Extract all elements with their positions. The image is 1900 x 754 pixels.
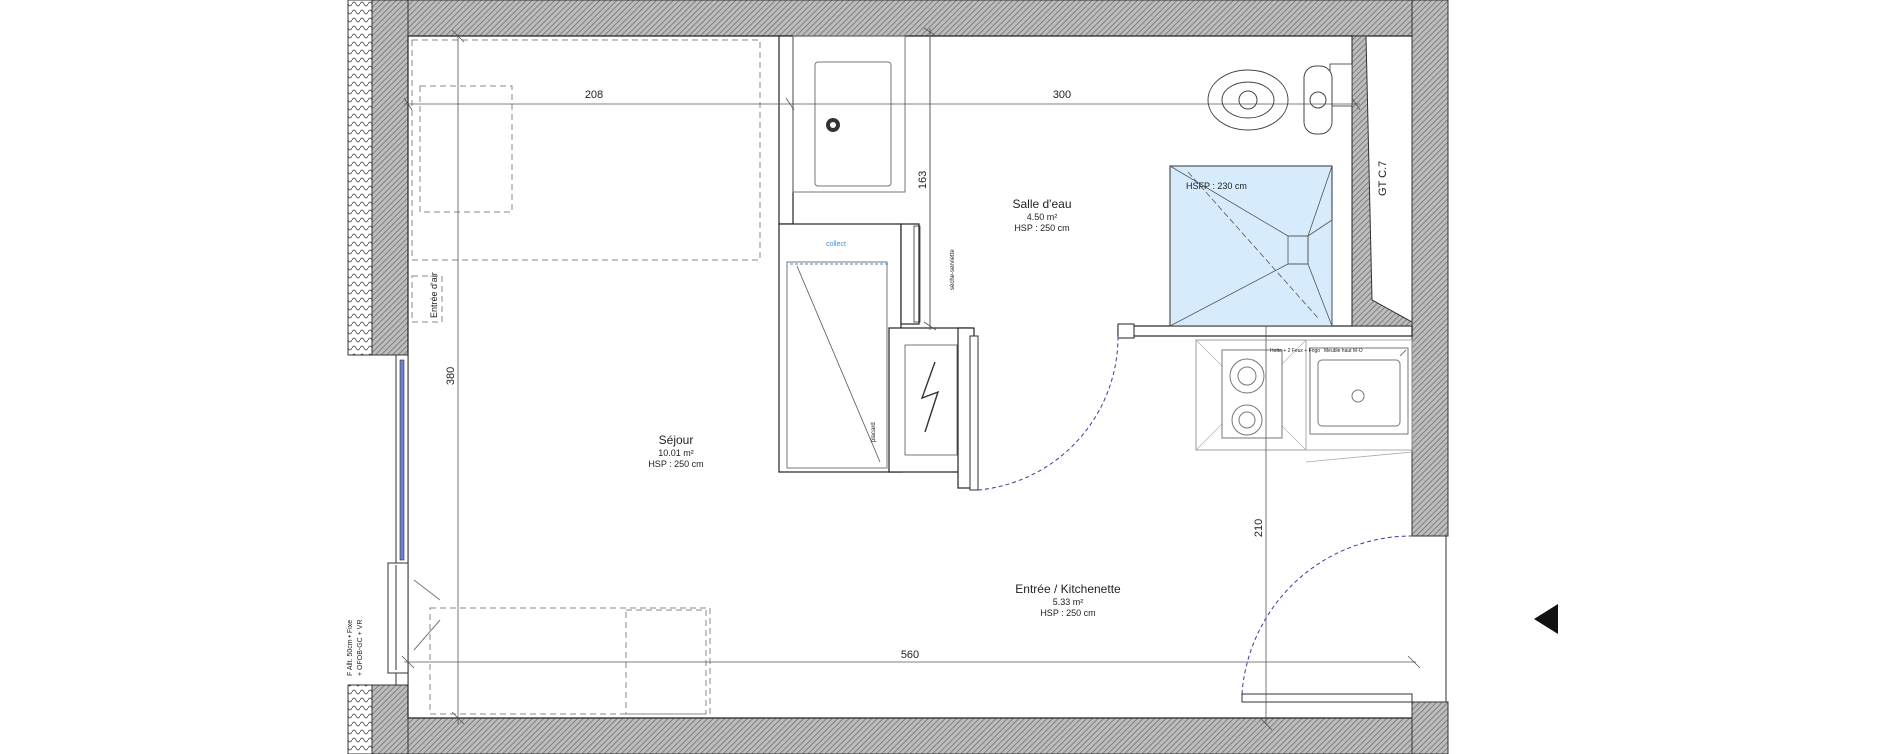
dim-380: 380 xyxy=(445,367,457,385)
sejour-name: Séjour xyxy=(659,433,694,447)
dim-210: 210 xyxy=(1253,519,1265,537)
collect-label: collect xyxy=(826,241,846,248)
window-label-1: F Allt. 50cm • Fixe xyxy=(347,620,354,676)
window-left xyxy=(387,354,441,686)
salle-eau-area: 4.50 m² xyxy=(1027,212,1058,222)
bathroom-door-swing xyxy=(977,335,1119,491)
salle-eau-hsp: HSP : 250 cm xyxy=(1014,223,1069,233)
left-wall-lower xyxy=(371,684,409,754)
entree-name: Entrée / Kitchenette xyxy=(1015,582,1121,596)
sejour-hsp: HSP : 250 cm xyxy=(648,459,703,469)
entree-hsp: HSP : 250 cm xyxy=(1040,608,1095,618)
dim-208: 208 xyxy=(585,89,603,101)
entry-arrow-icon xyxy=(1534,604,1558,634)
dim-163: 163 xyxy=(917,171,929,189)
bottom-wall xyxy=(371,717,1449,754)
toilet xyxy=(1207,65,1333,135)
left-wall-upper xyxy=(371,0,409,356)
shower-hsfp-label: HSFP : 230 cm xyxy=(1186,181,1247,191)
gt-label: GT C.7 xyxy=(1377,161,1389,196)
bed-pillow xyxy=(419,85,513,213)
right-wall-upper xyxy=(1411,0,1449,537)
kitchenette xyxy=(1195,339,1413,463)
dim-560: 560 xyxy=(901,649,919,661)
floor-plan: Séjour 10.01 m² HSP : 250 cm Salle d'eau… xyxy=(347,0,1558,754)
insulation-upper xyxy=(347,0,373,356)
top-wall xyxy=(371,0,1449,37)
insulation-lower xyxy=(347,684,373,754)
right-wall-lower xyxy=(1411,701,1449,754)
salle-eau-name: Salle d'eau xyxy=(1012,197,1071,211)
meuble-label: Meuble haut M-O xyxy=(1324,348,1363,354)
bed-outline xyxy=(411,39,761,261)
doors xyxy=(969,335,1447,703)
entry-door-swing xyxy=(1241,535,1413,695)
seche-serviette-label: sèche-serviette xyxy=(950,249,956,290)
entree-area: 5.33 m² xyxy=(1053,597,1084,607)
furniture xyxy=(411,39,761,715)
table-outline xyxy=(429,607,711,715)
placard-label: placard xyxy=(871,422,877,442)
air-inlet-label: Entrée d'air xyxy=(429,272,439,318)
dim-300: 300 xyxy=(1053,89,1071,101)
window-label-2: + OFOB-GC + VR xyxy=(357,620,364,676)
sejour-area: 10.01 m² xyxy=(658,448,694,458)
hotte-label: Hotte + 2 Feux + Frigo xyxy=(1270,348,1320,354)
